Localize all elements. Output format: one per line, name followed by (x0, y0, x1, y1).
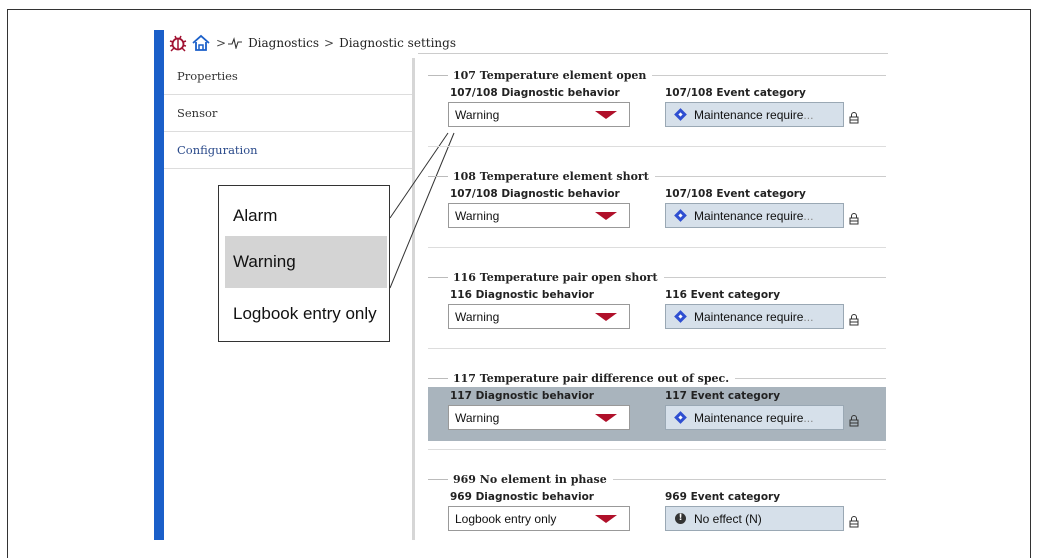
diagnostic-behavior-dropdown[interactable]: Warning (448, 405, 630, 430)
option-logbook-entry-only[interactable]: Logbook entry only (225, 288, 387, 340)
section-body-highlighted: 117 Diagnostic behavior 117 Event catego… (428, 387, 886, 441)
behavior-label: 117 Diagnostic behavior (450, 390, 594, 402)
section-title: 969 No element in phase (428, 472, 886, 486)
section-title: 116 Temperature pair open short (428, 270, 886, 284)
event-category-label: 969 Event category (665, 491, 781, 503)
section-body: 107/108 Diagnostic behavior 107/108 Even… (428, 84, 886, 138)
breadcrumb-separator: > (216, 36, 227, 50)
sidebar-nav: Properties Sensor Configuration (164, 58, 412, 169)
diagnostic-behavior-dropdown[interactable]: Logbook entry only (448, 506, 630, 531)
section-body: 969 Diagnostic behavior 969 Event catego… (428, 488, 886, 542)
lock-icon (849, 109, 859, 128)
diagnostic-behavior-dropdown[interactable]: Warning (448, 304, 630, 329)
breadcrumb-separator: > (324, 36, 335, 50)
dropdown-arrow-icon[interactable] (595, 414, 617, 422)
event-category-label: 117 Event category (665, 390, 781, 402)
section-title: 107 Temperature element open (428, 68, 886, 82)
sidebar-item-configuration[interactable]: Configuration (164, 132, 412, 169)
panel-divider (412, 58, 415, 540)
pulse-icon (228, 37, 243, 49)
option-alarm[interactable]: Alarm (225, 190, 387, 242)
lock-icon (849, 210, 859, 229)
event-category-label: 107/108 Event category (665, 188, 806, 200)
diagnostic-behavior-dropdown[interactable]: Warning (448, 102, 630, 127)
maintenance-diamond-icon (674, 108, 687, 121)
section-body: 116 Diagnostic behavior 116 Event catego… (428, 286, 886, 340)
section-title: 108 Temperature element short (428, 169, 886, 183)
maintenance-diamond-icon (674, 411, 687, 424)
lock-icon (849, 412, 859, 431)
event-category-field: Maintenance require... (665, 304, 844, 329)
event-category-field: Maintenance require... (665, 102, 844, 127)
behavior-label: 107/108 Diagnostic behavior (450, 87, 620, 99)
home-icon[interactable] (191, 33, 211, 53)
section-title: 117 Temperature pair difference out of s… (428, 371, 886, 385)
header-divider (418, 53, 888, 54)
lock-icon (849, 311, 859, 330)
maintenance-diamond-icon (674, 209, 687, 222)
no-effect-icon: ! (675, 513, 686, 524)
maintenance-diamond-icon (674, 310, 687, 323)
breadcrumb: > Diagnostics > Diagnostic settings (168, 30, 459, 56)
behavior-label: 116 Diagnostic behavior (450, 289, 594, 301)
event-category-field: Maintenance require... (665, 405, 844, 430)
behavior-label: 107/108 Diagnostic behavior (450, 188, 620, 200)
lock-icon (849, 513, 859, 532)
diagnostics-bug-icon[interactable] (168, 33, 188, 53)
dropdown-arrow-icon[interactable] (595, 212, 617, 220)
accent-bar (154, 30, 164, 540)
event-category-label: 107/108 Event category (665, 87, 806, 99)
breadcrumb-diagnostics[interactable]: Diagnostics (248, 36, 319, 50)
section-body: 107/108 Diagnostic behavior 107/108 Even… (428, 185, 886, 239)
dropdown-arrow-icon[interactable] (595, 111, 617, 119)
dropdown-arrow-icon[interactable] (595, 515, 617, 523)
dropdown-arrow-icon[interactable] (595, 313, 617, 321)
diagnostic-behavior-dropdown[interactable]: Warning (448, 203, 630, 228)
breadcrumb-diagnostic-settings: Diagnostic settings (339, 36, 456, 50)
event-category-field: Maintenance require... (665, 203, 844, 228)
event-category-field: ! No effect (N) (665, 506, 844, 531)
sidebar-item-sensor[interactable]: Sensor (164, 95, 412, 132)
sidebar-item-properties[interactable]: Properties (164, 58, 412, 95)
dropdown-options-callout: Alarm Warning Logbook entry only (218, 185, 390, 342)
behavior-label: 969 Diagnostic behavior (450, 491, 594, 503)
option-warning[interactable]: Warning (225, 236, 387, 288)
event-category-label: 116 Event category (665, 289, 781, 301)
